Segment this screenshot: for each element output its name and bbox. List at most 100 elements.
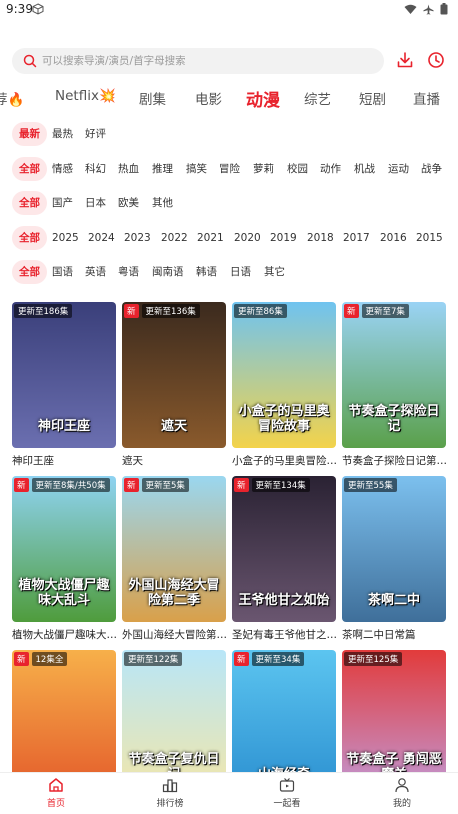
airplane-icon: [423, 3, 434, 15]
chip-language[interactable]: 粤语: [118, 260, 139, 284]
chip-year[interactable]: 2024: [88, 226, 115, 250]
poster-image[interactable]: 小盒子的马里奥冒险故事 更新至86集: [232, 302, 336, 448]
chip-year[interactable]: 2016: [380, 226, 407, 250]
chip-year[interactable]: 2021: [197, 226, 224, 250]
chip-region[interactable]: 全部: [12, 191, 47, 215]
chip-genre[interactable]: 战争: [421, 157, 442, 181]
chip-year[interactable]: 2023: [124, 226, 151, 250]
chip-language[interactable]: 全部: [12, 260, 47, 284]
chip-sort-rated[interactable]: 好评: [85, 122, 106, 146]
chip-genre[interactable]: 热血: [118, 157, 139, 181]
tab-anime[interactable]: 动漫: [246, 86, 280, 110]
card-title[interactable]: 圣妃有毒王爷他甘之…: [232, 627, 336, 642]
new-badge: 新: [234, 652, 249, 666]
chip-genre[interactable]: 推理: [152, 157, 173, 181]
search-icon: [23, 54, 37, 68]
poster-image[interactable]: 植物大战僵尸趣味大乱斗 新更新至8集/共50集: [12, 476, 116, 622]
badge-row: 新更新至7集: [344, 304, 409, 318]
user-icon: [395, 778, 409, 793]
chip-genre[interactable]: 搞笑: [186, 157, 207, 181]
badge-row: 新 12集全: [14, 652, 68, 666]
chip-language[interactable]: 日语: [230, 260, 251, 284]
badge-row: 新更新至136集: [124, 304, 200, 318]
episode-badge: 更新至136集: [141, 304, 200, 318]
chip-year[interactable]: 2022: [161, 226, 188, 250]
chip-year[interactable]: 2020: [234, 226, 261, 250]
home-icon: [49, 778, 63, 792]
search-row: [0, 48, 458, 74]
chip-region[interactable]: 欧美: [118, 191, 139, 215]
chip-language[interactable]: 其它: [264, 260, 285, 284]
poster-title-art: 遮天: [160, 419, 187, 434]
chip-year[interactable]: 2019: [270, 226, 297, 250]
chip-language[interactable]: 英语: [85, 260, 106, 284]
poster-title-art: 节奏盒子探险日记: [348, 404, 440, 434]
badge-row: 更新至55集: [344, 478, 397, 492]
episode-badge: 更新至122集: [124, 652, 183, 666]
badge-row: 新更新至34集: [234, 652, 305, 666]
chip-genre[interactable]: 动作: [320, 157, 341, 181]
chip-year[interactable]: 全部: [12, 226, 47, 250]
chip-genre[interactable]: 冒险: [219, 157, 240, 181]
card-title[interactable]: 茶啊二中日常篇: [342, 627, 446, 642]
nav-home[interactable]: 首页: [26, 777, 86, 809]
poster-title-art: 外国山海经大冒险第二季: [128, 578, 220, 608]
poster-title-art: 小盒子的马里奥冒险故事: [238, 404, 330, 434]
new-badge: 新: [14, 652, 29, 666]
episode-badge: 更新至34集: [251, 652, 305, 666]
card-title[interactable]: 植物大战僵尸趣味大…: [12, 627, 116, 642]
tab-variety[interactable]: 综艺: [304, 88, 331, 108]
chip-year[interactable]: 2017: [343, 226, 370, 250]
chip-genre[interactable]: 运动: [388, 157, 409, 181]
new-badge: 新: [124, 478, 139, 492]
poster-image[interactable]: 神印王座 更新至186集: [12, 302, 116, 448]
chip-genre[interactable]: 科幻: [85, 157, 106, 181]
chip-sort-latest[interactable]: 最新: [12, 122, 47, 146]
search-box[interactable]: [12, 48, 384, 74]
download-icon[interactable]: [396, 51, 414, 69]
badge-row: 更新至186集: [14, 304, 73, 318]
poster-image[interactable]: 茶啊二中 更新至55集: [342, 476, 446, 622]
filter-row-sort: 最新 最热 好评: [0, 122, 458, 146]
card-title[interactable]: 神印王座: [12, 453, 116, 468]
poster-image[interactable]: 王爷他甘之如饴 新更新至134集: [232, 476, 336, 622]
chip-genre[interactable]: 萝莉: [253, 157, 274, 181]
chip-sort-hot[interactable]: 最热: [52, 122, 73, 146]
tab-recommend[interactable]: 荐🔥: [0, 88, 24, 108]
filter-row-year: 全部 2025 2024 2023 2022 2021 2020 2019 20…: [0, 226, 458, 250]
nav-profile[interactable]: 我的: [372, 777, 432, 809]
tab-series[interactable]: 剧集: [139, 88, 166, 108]
chip-genre[interactable]: 情感: [52, 157, 73, 181]
card-title[interactable]: 小盒子的马里奥冒险…: [232, 453, 336, 468]
badge-row: 更新至86集: [234, 304, 287, 318]
chip-language[interactable]: 闽南语: [152, 260, 184, 284]
card-title[interactable]: 遮天: [122, 453, 226, 468]
chip-genre[interactable]: 校园: [287, 157, 308, 181]
nav-ranking[interactable]: 排行榜: [140, 777, 200, 809]
chip-year[interactable]: 2015: [416, 226, 443, 250]
chip-region[interactable]: 日本: [85, 191, 106, 215]
search-input[interactable]: [42, 48, 372, 74]
poster-image[interactable]: 节奏盒子探险日记 新更新至7集: [342, 302, 446, 448]
tab-live[interactable]: 直播: [413, 88, 440, 108]
poster-image[interactable]: 遮天 新更新至136集: [122, 302, 226, 448]
battery-icon: [440, 3, 448, 15]
tab-short-drama[interactable]: 短剧: [359, 88, 386, 108]
chip-year[interactable]: 2025: [52, 226, 79, 250]
nav-home-label: 首页: [46, 799, 65, 809]
chip-genre[interactable]: 机战: [354, 157, 375, 181]
chip-region[interactable]: 其他: [152, 191, 173, 215]
chip-language[interactable]: 韩语: [196, 260, 217, 284]
chip-language[interactable]: 国语: [52, 260, 73, 284]
ranking-icon: [162, 779, 178, 793]
card-title[interactable]: 外国山海经大冒险第…: [122, 627, 226, 642]
nav-watch-together[interactable]: 一起看: [257, 777, 317, 809]
history-clock-icon[interactable]: [427, 51, 445, 69]
chip-region[interactable]: 国产: [52, 191, 73, 215]
chip-genre[interactable]: 全部: [12, 157, 47, 181]
card-title[interactable]: 节奏盒子探险日记第…: [342, 453, 446, 468]
poster-image[interactable]: 外国山海经大冒险第二季 新更新至5集: [122, 476, 226, 622]
chip-year[interactable]: 2018: [307, 226, 334, 250]
tab-movies[interactable]: 电影: [195, 88, 222, 108]
tab-netflix[interactable]: Netflix💥: [55, 88, 116, 104]
